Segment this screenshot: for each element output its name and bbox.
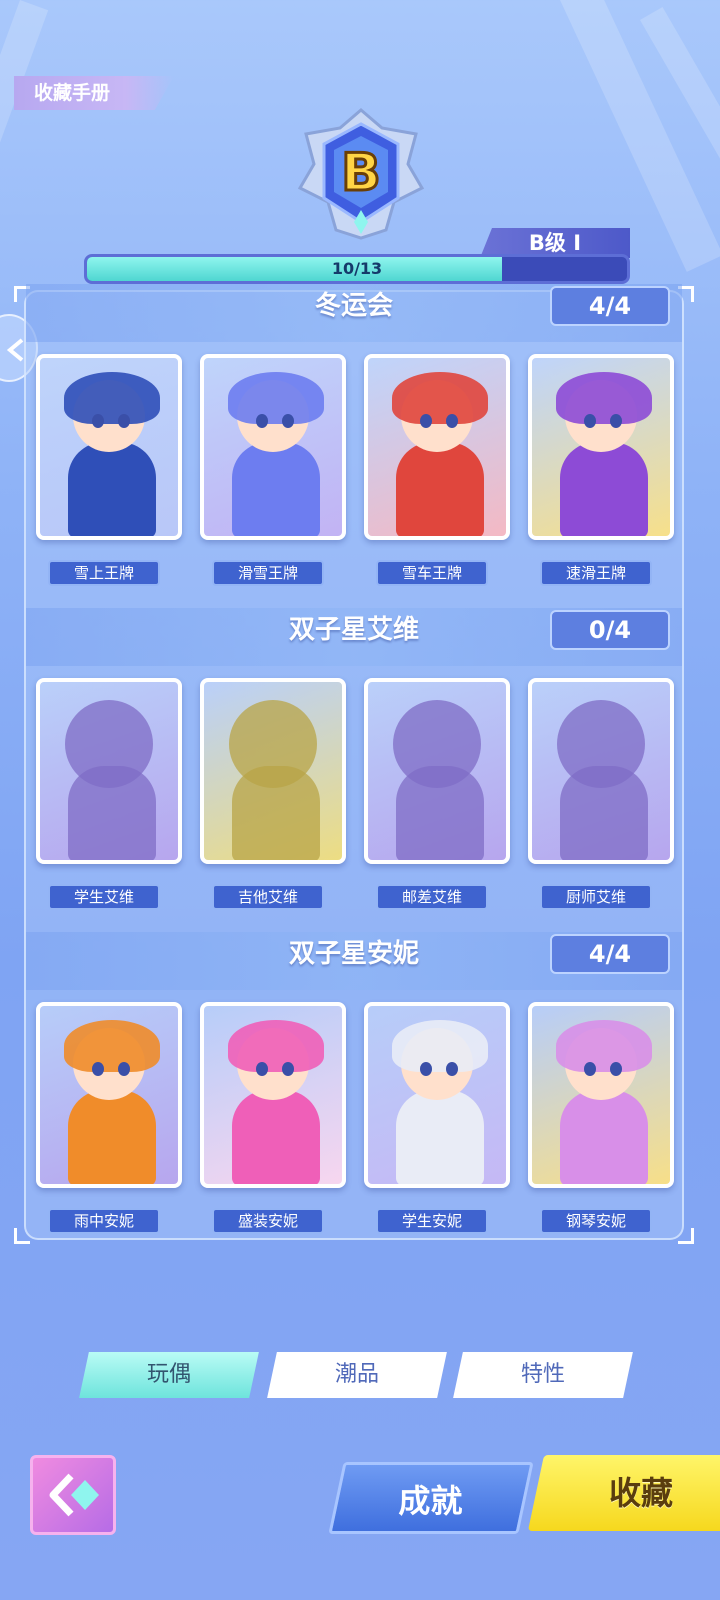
tab-label: 潮品 [334, 1362, 379, 1387]
panel-corner [14, 1228, 30, 1244]
collection-card[interactable] [528, 354, 674, 540]
card-figure-body [232, 1090, 320, 1184]
card-silhouette-head [229, 700, 317, 788]
card-figure-eye [584, 1062, 596, 1076]
card-figure-eye [118, 414, 130, 428]
card-figure-eye [118, 1062, 130, 1076]
tab-label: 玩偶 [146, 1362, 191, 1387]
collection-button[interactable]: 收藏 [527, 1455, 720, 1531]
tab-dolls[interactable]: 玩偶 [79, 1352, 259, 1398]
collection-card[interactable] [528, 1002, 674, 1188]
collection-card[interactable] [364, 1002, 510, 1188]
collection-card[interactable] [200, 678, 346, 864]
card-figure-eye [256, 1062, 268, 1076]
card-name-tag: 雪车王牌 [376, 560, 488, 586]
card-figure-eye [584, 414, 596, 428]
double-chevron-left-icon [49, 1473, 99, 1517]
achievement-button[interactable]: 成就 [328, 1462, 534, 1534]
card-figure-body [396, 1090, 484, 1184]
card-figure-hair [228, 1020, 324, 1072]
card-figure-eye [256, 414, 268, 428]
card-name-tag: 钢琴安妮 [540, 1208, 652, 1234]
card-name-tag: 邮差艾维 [376, 884, 488, 910]
card-figure-body [396, 442, 484, 536]
card-name-tag: 速滑王牌 [540, 560, 652, 586]
collection-card[interactable] [364, 678, 510, 864]
achievement-label: 成就 [398, 1482, 463, 1520]
panel-corner [678, 1228, 694, 1244]
progress-text: 10/13 [331, 259, 383, 278]
section-count: 4/4 [550, 286, 670, 326]
card-figure-hair [64, 1020, 160, 1072]
card-figure-hair [392, 372, 488, 424]
card-figure-body [68, 442, 156, 536]
card-name-tag: 雨中安妮 [48, 1208, 160, 1234]
section-header: 双子星艾维 0/4 [26, 608, 682, 666]
collection-card[interactable] [364, 354, 510, 540]
card-figure-body [560, 1090, 648, 1184]
card-name-tag: 吉他艾维 [212, 884, 324, 910]
card-name-tag: 学生艾维 [48, 884, 160, 910]
tab-trendy[interactable]: 潮品 [267, 1352, 447, 1398]
card-silhouette-head [65, 700, 153, 788]
card-figure-body [68, 1090, 156, 1184]
card-figure-hair [556, 372, 652, 424]
card-figure-hair [556, 1020, 652, 1072]
section-count: 4/4 [550, 934, 670, 974]
collection-card[interactable] [36, 678, 182, 864]
collection-card[interactable] [200, 1002, 346, 1188]
rank-letter: B [341, 143, 381, 203]
card-figure-eye [420, 1062, 432, 1076]
page-title: 收藏手册 [14, 76, 174, 110]
card-figure-body [232, 442, 320, 536]
back-button[interactable] [30, 1455, 116, 1535]
card-silhouette-head [393, 700, 481, 788]
collection-card[interactable] [528, 678, 674, 864]
card-name-tag: 厨师艾维 [540, 884, 652, 910]
section-header: 冬运会 4/4 [26, 284, 682, 342]
card-figure-eye [282, 1062, 294, 1076]
card-figure-eye [446, 414, 458, 428]
card-figure-eye [610, 414, 622, 428]
category-tabs: 玩偶 潮品 特性 [0, 1352, 720, 1402]
rank-progress-bar: 10/13 [84, 254, 630, 284]
card-figure-eye [446, 1062, 458, 1076]
collection-card[interactable] [200, 354, 346, 540]
card-name-tag: 雪上王牌 [48, 560, 160, 586]
collection-label: 收藏 [608, 1474, 673, 1512]
card-figure-eye [282, 414, 294, 428]
collection-card[interactable] [36, 354, 182, 540]
card-figure-eye [420, 414, 432, 428]
card-figure-eye [92, 1062, 104, 1076]
card-figure-hair [228, 372, 324, 424]
card-figure-eye [92, 414, 104, 428]
tab-traits[interactable]: 特性 [453, 1352, 633, 1398]
collection-card[interactable] [36, 1002, 182, 1188]
tab-label: 特性 [520, 1362, 565, 1387]
card-figure-body [560, 442, 648, 536]
card-name-tag: 滑雪王牌 [212, 560, 324, 586]
rank-badge-icon: B [297, 108, 425, 240]
card-name-tag: 学生安妮 [376, 1208, 488, 1234]
card-figure-eye [610, 1062, 622, 1076]
card-figure-hair [392, 1020, 488, 1072]
section-header: 双子星安妮 4/4 [26, 932, 682, 990]
section-count: 0/4 [550, 610, 670, 650]
card-silhouette-head [557, 700, 645, 788]
card-figure-hair [64, 372, 160, 424]
card-name-tag: 盛装安妮 [212, 1208, 324, 1234]
